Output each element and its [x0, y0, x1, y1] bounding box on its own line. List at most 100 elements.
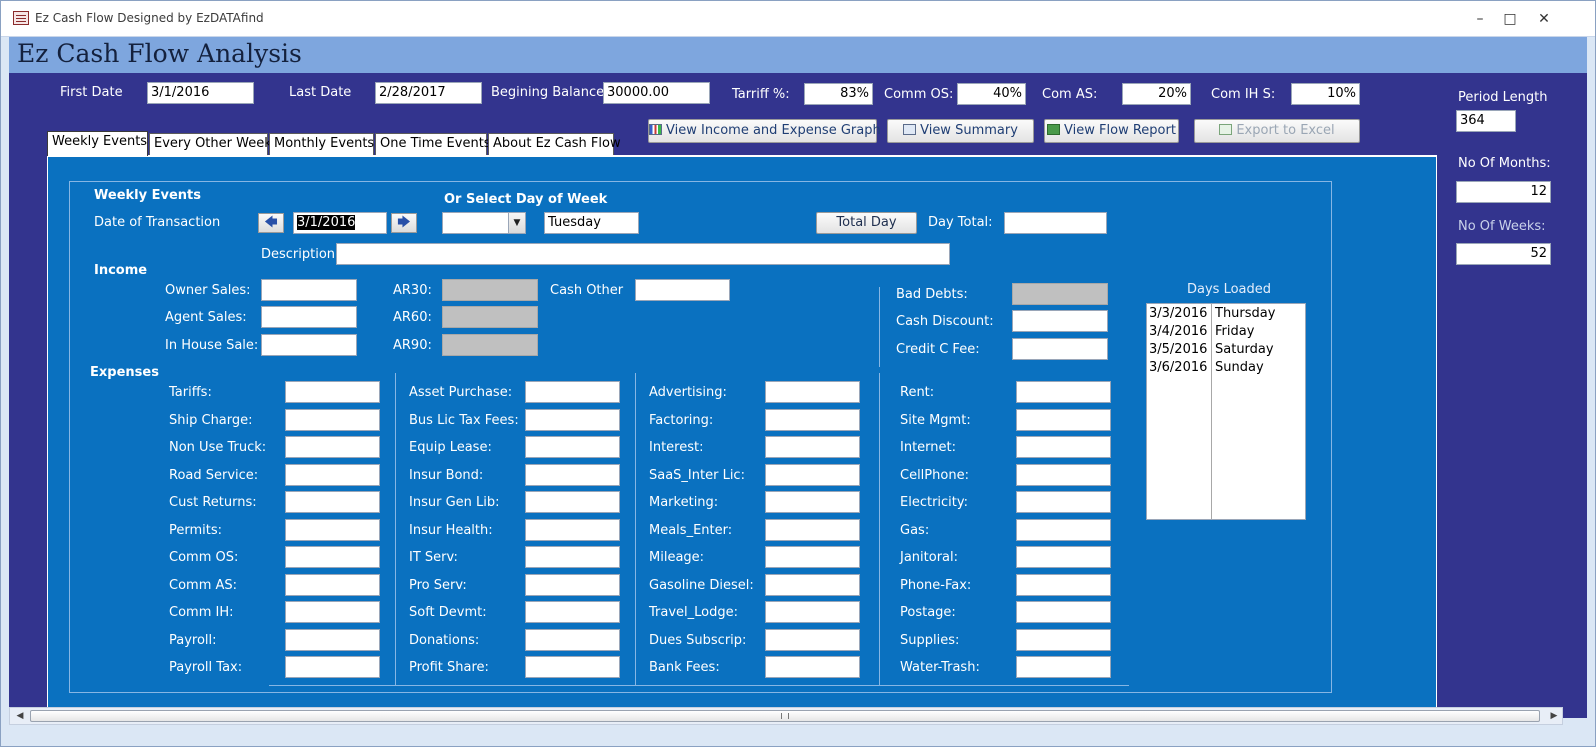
tab-about[interactable]: About Ez Cash Flow: [488, 133, 621, 155]
scroll-left-icon[interactable]: ◀: [12, 708, 28, 724]
expense-field[interactable]: [285, 381, 380, 403]
expense-field[interactable]: [285, 464, 380, 486]
weeks-label: No Of Weeks:: [1458, 219, 1546, 234]
cash-discount-label: Cash Discount:: [896, 314, 994, 329]
expense-field[interactable]: [1016, 464, 1111, 486]
expense-field[interactable]: [1016, 409, 1111, 431]
description-field[interactable]: [336, 243, 950, 265]
expense-field[interactable]: [765, 464, 860, 486]
expense-field[interactable]: [525, 409, 620, 431]
beginning-balance-field[interactable]: 30000.00: [603, 82, 710, 104]
expense-field[interactable]: [525, 601, 620, 623]
horizontal-scrollbar[interactable]: ◀ ▶: [9, 707, 1563, 725]
comm-os-field[interactable]: 40%: [957, 83, 1026, 105]
expense-field[interactable]: [1016, 546, 1111, 568]
com-ihs-field[interactable]: 10%: [1291, 83, 1360, 105]
export-excel-button[interactable]: Export to Excel: [1194, 119, 1360, 143]
tab-every-other-week[interactable]: Every Other Week: [149, 133, 272, 155]
expense-field[interactable]: [765, 574, 860, 596]
minimize-button[interactable]: –: [1467, 9, 1493, 29]
tab-monthly-events[interactable]: Monthly Events: [269, 133, 374, 155]
com-as-field[interactable]: 20%: [1122, 83, 1191, 105]
tab-weekly-events[interactable]: Weekly Events: [47, 131, 148, 156]
expense-field[interactable]: [1016, 656, 1111, 678]
total-day-button[interactable]: Total Day: [816, 212, 917, 234]
expense-field[interactable]: [765, 491, 860, 513]
expense-field[interactable]: [765, 519, 860, 541]
expense-field[interactable]: [285, 656, 380, 678]
chevron-down-icon[interactable]: ▼: [508, 213, 525, 233]
expense-field[interactable]: [765, 546, 860, 568]
expense-field[interactable]: [765, 409, 860, 431]
close-button[interactable]: ✕: [1531, 9, 1557, 29]
expense-field[interactable]: [765, 601, 860, 623]
expense-field[interactable]: [525, 464, 620, 486]
expense-field[interactable]: [765, 436, 860, 458]
tab-one-time-events[interactable]: One Time Events: [375, 133, 491, 155]
expense-field[interactable]: [525, 546, 620, 568]
weeks-field[interactable]: 52: [1456, 243, 1551, 265]
expense-field[interactable]: [525, 656, 620, 678]
cash-discount-field[interactable]: [1012, 310, 1108, 332]
expense-field[interactable]: [285, 436, 380, 458]
expense-field[interactable]: [285, 629, 380, 651]
expense-field[interactable]: [285, 409, 380, 431]
expense-field[interactable]: [1016, 381, 1111, 403]
expense-field[interactable]: [765, 629, 860, 651]
expense-field[interactable]: [525, 436, 620, 458]
previous-date-button[interactable]: 🡄: [258, 213, 284, 233]
expense-field[interactable]: [1016, 436, 1111, 458]
expense-label: Electricity:: [900, 495, 969, 510]
next-date-button[interactable]: 🡆: [391, 213, 417, 233]
expense-field[interactable]: [285, 491, 380, 513]
expense-label: Pro Serv:: [409, 578, 467, 593]
cash-other-field[interactable]: [635, 279, 730, 301]
expense-label: Gasoline Diesel:: [649, 578, 754, 593]
day-of-week-combo[interactable]: ▼: [442, 212, 526, 234]
first-date-label: First Date: [60, 85, 123, 100]
expense-label: Dues Subscrip:: [649, 633, 747, 648]
credit-fee-field[interactable]: [1012, 338, 1108, 360]
agent-sales-field[interactable]: [261, 306, 357, 328]
expense-field[interactable]: [1016, 601, 1111, 623]
view-graph-button[interactable]: View Income and Expense Graph: [648, 119, 881, 143]
expense-field[interactable]: [765, 381, 860, 403]
scroll-thumb[interactable]: [30, 710, 1540, 722]
cash-other-label: Cash Other: [550, 283, 624, 298]
expense-field[interactable]: [1016, 574, 1111, 596]
tariff-field[interactable]: 83%: [804, 83, 873, 105]
in-house-sale-field[interactable]: [261, 334, 357, 356]
days-loaded-list[interactable]: 3/3/2016 Thursday 3/4/2016 Friday 3/5/2016…: [1146, 303, 1306, 520]
expense-field[interactable]: [1016, 629, 1111, 651]
expense-field[interactable]: [1016, 519, 1111, 541]
expense-field[interactable]: [525, 519, 620, 541]
maximize-button[interactable]: □: [1497, 9, 1523, 29]
expense-field[interactable]: [285, 519, 380, 541]
owner-sales-field[interactable]: [261, 279, 357, 301]
ar30-field: [442, 279, 538, 301]
expense-field[interactable]: [525, 381, 620, 403]
transaction-date-field[interactable]: 3/1/2016: [293, 212, 387, 234]
expense-field[interactable]: [285, 601, 380, 623]
expense-field[interactable]: [285, 546, 380, 568]
expense-field[interactable]: [1016, 491, 1111, 513]
months-field[interactable]: 12: [1456, 181, 1551, 203]
app-window: Ez Cash Flow Designed by EzDATAfind – □ …: [0, 0, 1596, 747]
day-total-field[interactable]: [1004, 212, 1107, 234]
arrow-left-icon: 🡄: [264, 215, 278, 230]
first-date-field[interactable]: 3/1/2016: [147, 82, 254, 104]
expense-label: Supplies:: [900, 633, 960, 648]
view-flow-report-button[interactable]: View Flow Report: [1044, 119, 1179, 143]
scroll-right-icon[interactable]: ▶: [1546, 708, 1562, 724]
view-summary-button[interactable]: View Summary: [887, 119, 1034, 143]
expense-label: Non Use Truck:: [169, 440, 267, 455]
expense-field[interactable]: [765, 656, 860, 678]
expense-field[interactable]: [285, 574, 380, 596]
last-date-field[interactable]: 2/28/2017: [375, 82, 482, 104]
expense-field[interactable]: [525, 629, 620, 651]
expense-field[interactable]: [525, 574, 620, 596]
weekday-field[interactable]: Tuesday: [544, 212, 639, 234]
view-summary-label: View Summary: [920, 123, 1018, 138]
period-length-field[interactable]: 364: [1456, 110, 1516, 132]
expense-field[interactable]: [525, 491, 620, 513]
